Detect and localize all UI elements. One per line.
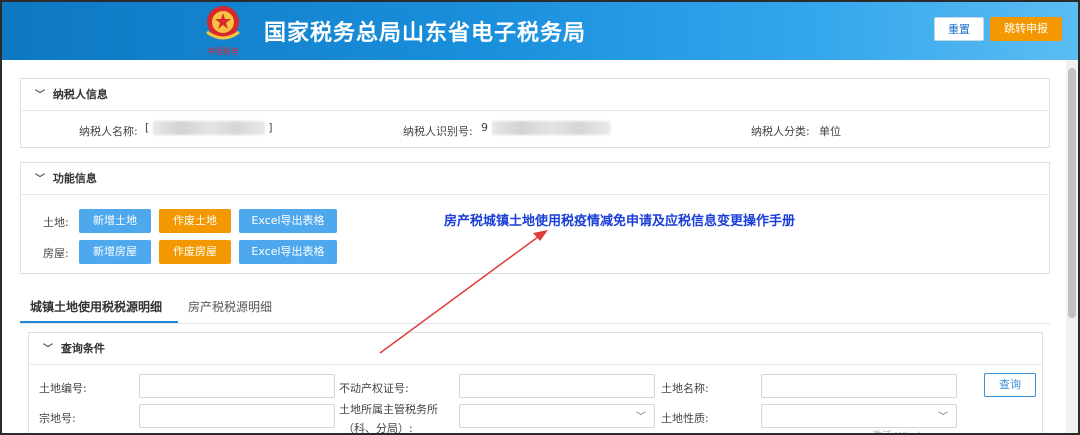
tab-bar: 城镇土地使用税税源明细 房产税税源明细: [20, 292, 1050, 324]
tab-property-tax-source[interactable]: 房产税税源明细: [188, 292, 272, 323]
void-land-button[interactable]: 作废土地: [159, 209, 231, 233]
taxpayer-id-label: 纳税人识别号:: [403, 125, 473, 138]
tab-land-use-tax-source[interactable]: 城镇土地使用税税源明细: [20, 292, 178, 323]
query-title: 查询条件: [60, 342, 105, 355]
chevron-down-icon: ﹀: [35, 90, 45, 101]
tax-emblem-icon: 中国税务: [206, 6, 240, 56]
land-no-label: 土地编号:: [39, 382, 87, 395]
parcel-no-input[interactable]: [139, 404, 335, 428]
function-info-title: 功能信息: [52, 172, 97, 185]
land-name-input[interactable]: [761, 374, 957, 398]
reset-button[interactable]: 重置: [934, 17, 984, 41]
export-house-excel-button[interactable]: Excel导出表格: [239, 240, 337, 264]
export-land-excel-button[interactable]: Excel导出表格: [239, 209, 337, 233]
parcel-no-label: 宗地号:: [39, 412, 76, 425]
taxpayer-category-label: 纳税人分类:: [751, 125, 810, 138]
taxpayer-category-value: 单位: [819, 125, 841, 138]
os-watermark: 激活 Windows: [872, 427, 940, 433]
scrollbar-thumb[interactable]: [1068, 68, 1076, 318]
add-house-button[interactable]: 新增房屋: [79, 240, 151, 264]
jump-to-declare-button[interactable]: 跳转申报: [990, 17, 1062, 41]
land-nature-label: 土地性质:: [661, 412, 709, 425]
land-row-label: 土地:: [43, 216, 69, 229]
search-button[interactable]: 查询: [984, 373, 1036, 397]
tax-office-select[interactable]: ﹀: [459, 404, 655, 428]
annotation-text: 房产税城镇土地使用税疫情减免申请及应税信息变更操作手册: [444, 214, 796, 229]
land-no-input[interactable]: [139, 374, 335, 398]
site-title: 国家税务总局山东省电子税务局: [264, 21, 587, 46]
property-cert-label: 不动产权证号:: [339, 382, 409, 395]
land-nature-select[interactable]: ﹀: [761, 404, 957, 428]
chevron-down-icon: ﹀: [43, 344, 53, 355]
chevron-down-icon: ﹀: [35, 174, 45, 185]
site-header: 中国税务 国家税务总局山东省电子税务局 重置 跳转申报: [2, 2, 1078, 60]
taxpayer-id-value: 9: [481, 121, 610, 135]
query-panel: ﹀ 查询条件 土地编号: 不动产权证号: 土地名称: 查询 宗地号: 土地所属主…: [28, 332, 1043, 435]
add-land-button[interactable]: 新增土地: [79, 209, 151, 233]
taxpayer-name-value: [ ]: [145, 121, 273, 135]
land-name-label: 土地名称:: [661, 382, 709, 395]
redacted-blur: [152, 121, 265, 135]
query-header[interactable]: ﹀ 查询条件: [29, 333, 1042, 365]
chevron-down-icon: ﹀: [938, 412, 948, 423]
app-window: 中国税务 国家税务总局山东省电子税务局 重置 跳转申报 ﹀ 纳税人信息 纳税人名…: [0, 0, 1080, 435]
taxpayer-name-label: 纳税人名称:: [79, 125, 138, 138]
redacted-blur: [491, 121, 610, 135]
property-cert-input[interactable]: [459, 374, 655, 398]
void-house-button[interactable]: 作废房屋: [159, 240, 231, 264]
svg-text:中国税务: 中国税务: [207, 46, 239, 56]
taxpayer-info-header[interactable]: ﹀ 纳税人信息: [21, 79, 1049, 111]
taxpayer-info-panel: ﹀ 纳税人信息 纳税人名称: [ ] 纳税人识别号: 9 纳税人分类: 单位: [20, 78, 1050, 148]
tax-office-label: 土地所属主管税务所 （科、分局）:: [339, 403, 438, 435]
chevron-down-icon: ﹀: [636, 412, 646, 423]
function-info-header[interactable]: ﹀ 功能信息: [21, 163, 1049, 195]
taxpayer-info-title: 纳税人信息: [52, 88, 108, 101]
house-row-label: 房屋:: [43, 247, 69, 260]
